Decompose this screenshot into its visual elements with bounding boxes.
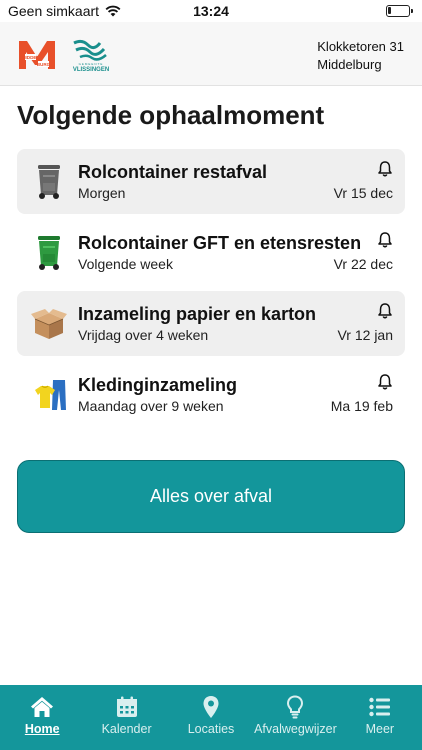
green-bin-icon: [38, 236, 60, 270]
list-icon: [369, 697, 390, 717]
pickup-card-restafval[interactable]: Rolcontainer restafval Morgen Vr 15 dec: [17, 149, 405, 214]
card-title: Rolcontainer restafval: [78, 162, 268, 182]
clock: 13:24: [193, 3, 229, 19]
tab-label: Afvalwegwijzer: [254, 722, 337, 736]
middelburg-logo: MIDDEL BURG: [19, 41, 55, 69]
cardboard-box-icon: [31, 309, 67, 339]
tab-afvalwegwijzer[interactable]: Afvalwegwijzer: [253, 685, 337, 750]
tab-home[interactable]: Home: [0, 685, 84, 750]
home-icon: [31, 697, 54, 717]
battery-level: [388, 7, 391, 14]
card-date: Vr 12 jan: [337, 327, 393, 343]
pickup-card-kleding[interactable]: Kledinginzameling Maandag over 9 weken M…: [17, 362, 405, 427]
tab-meer[interactable]: Meer: [338, 685, 422, 750]
lightbulb-icon: [287, 695, 304, 719]
clothing-icon: [35, 380, 66, 410]
tab-label: Meer: [365, 722, 395, 736]
svg-text:GEMEENTE: GEMEENTE: [79, 62, 104, 66]
tab-bar: Home Kalender Locaties Afvalwegwijzer Me…: [0, 685, 422, 750]
card-when: Vrijdag over 4 weken: [78, 327, 209, 343]
tab-locaties[interactable]: Locaties: [169, 685, 253, 750]
alles-over-afval-button[interactable]: Alles over afval: [17, 460, 405, 533]
status-bar: Geen simkaart 13:24: [0, 0, 422, 22]
card-when: Volgende week: [78, 256, 173, 272]
card-title: Rolcontainer GFT en etensresten: [78, 233, 362, 253]
app-header: MIDDEL BURG GEMEENTE VLISSINGEN Klokketo…: [0, 22, 422, 86]
svg-text:BURG: BURG: [37, 62, 51, 67]
bell-icon[interactable]: [376, 302, 394, 320]
svg-text:MIDDEL: MIDDEL: [22, 55, 40, 60]
tab-label: Home: [24, 722, 60, 736]
tab-label: Kalender: [101, 722, 152, 736]
vlissingen-logo: GEMEENTE VLISSINGEN: [73, 39, 109, 73]
battery-icon: [386, 5, 413, 17]
card-date: Ma 19 feb: [330, 398, 393, 414]
section-title: Volgende ophaalmoment: [17, 100, 325, 130]
bell-icon[interactable]: [376, 160, 394, 178]
address-street: Klokketoren 31: [317, 39, 404, 54]
card-title: Kledinginzameling: [78, 375, 238, 395]
card-when: Maandag over 9 weken: [78, 398, 224, 414]
grey-bin-icon: [38, 165, 60, 199]
card-title: Inzameling papier en karton: [78, 304, 317, 324]
location-pin-icon: [203, 696, 219, 718]
card-when: Morgen: [78, 185, 126, 201]
pickup-card-papier[interactable]: Inzameling papier en karton Vrijdag over…: [17, 291, 405, 356]
card-date: Vr 15 dec: [333, 185, 393, 201]
address[interactable]: Klokketoren 31 Middelburg: [317, 38, 404, 74]
address-city: Middelburg: [317, 57, 382, 72]
pickup-card-gft[interactable]: Rolcontainer GFT en etensresten Volgende…: [17, 220, 405, 285]
bell-icon[interactable]: [376, 373, 394, 391]
bell-icon[interactable]: [376, 231, 394, 249]
tab-kalender[interactable]: Kalender: [84, 685, 168, 750]
calendar-icon: [116, 696, 137, 717]
card-date: Vr 22 dec: [333, 256, 393, 272]
svg-text:VLISSINGEN: VLISSINGEN: [73, 67, 109, 73]
tab-label: Locaties: [187, 722, 235, 736]
